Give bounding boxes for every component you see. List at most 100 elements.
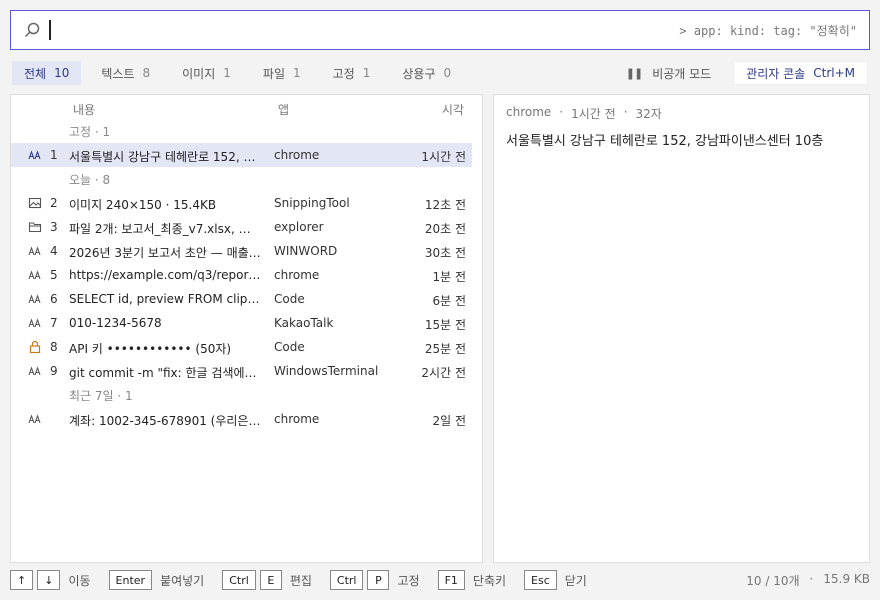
item-app: SnippingTool [274,196,350,210]
group-label: 오늘 · 8 [69,173,111,187]
image-icon [28,197,42,209]
item-time: 12초 전 [424,198,466,212]
item-app: WINWORD [274,244,338,258]
shortcut-label-pin: 고정 [397,573,420,588]
item-number: 6 [50,292,58,306]
tab-text[interactable]: 텍스트 8 [89,61,162,85]
item-text: API 키 •••••••••••• (50자) [69,342,232,356]
total-size: 15.9 KB [823,571,870,586]
tab-label: 파일 [262,66,285,81]
group-label: 최근 7일 · 1 [69,389,133,403]
column-header-app: 앱 [278,103,290,117]
tab-file[interactable]: 파일 1 [251,61,313,85]
text-icon [28,270,41,280]
meta-separator: · [559,105,564,119]
key-up: ↑ [10,570,34,590]
group-header-today: 오늘 · 8 [11,167,472,191]
tab-count: 1 [362,66,371,80]
tab-count: 1 [223,66,231,80]
tab-snippets[interactable]: 상용구 0 [390,61,463,85]
clip-list[interactable]: 내용 앱 시각 고정 · 1 1 서울특별시 강남구 테헤란로 152, 강남파… [10,94,483,563]
search-icon [24,22,40,38]
private-mode-toggle[interactable]: ❚❚ 비공개 모드 [626,65,711,82]
group-header-pinned: 고정 · 1 [11,119,472,143]
pause-icon: ❚❚ [625,66,643,80]
key-f1: F1 [437,570,465,590]
key-ctrl: Ctrl [222,570,256,590]
shortcut-label-paste: 붙여넣기 [160,573,205,588]
list-item[interactable]: 7 010-1234-5678 KakaoTalk 15분 전 [11,311,472,335]
search-syntax-hint: > app: kind: tag: "정확히" [679,23,857,38]
list-header: 내용 앱 시각 [11,101,482,117]
tab-label: 고정 [332,66,355,81]
tab-all[interactable]: 전체 10 [12,61,82,85]
tab-label: 상용구 [402,66,436,81]
tab-image[interactable]: 이미지 1 [170,61,243,85]
text-caret [49,20,51,40]
item-number: 5 [50,268,58,282]
item-number: 8 [50,340,58,354]
text-icon [28,150,41,160]
search-bar[interactable]: > app: kind: tag: "정확히" [10,10,870,50]
shortcut-bar: ↑ ↓ 이동 Enter 붙여넣기 Ctrl E 편집 Ctrl P 고정 F1… [10,569,870,591]
filter-tabs: 전체 10 텍스트 8 이미지 1 파일 1 고정 1 상용구 0 [12,61,463,85]
tab-pinned[interactable]: 고정 1 [321,61,383,85]
list-item[interactable]: 4 2026년 3분기 보고서 초안 — 매출 분석 WINWORD 30초 전 [11,239,472,263]
item-time: 1분 전 [432,270,466,284]
tab-count: 8 [142,66,151,80]
item-time: 15분 전 [424,318,466,332]
admin-console-button[interactable]: 관리자 콘솔 Ctrl+M [733,61,868,85]
stats-separator: · [809,571,814,586]
text-icon [28,318,41,328]
list-item[interactable]: 9 git commit -m "fix: 한글 검색에서 오류 수정" Win… [11,359,472,383]
group-header-recent-7-days: 최근 7일 · 1 [11,383,472,407]
list-item[interactable]: 계좌: 1002-345-678901 (우리은행) chrome 2일 전 [11,407,472,431]
item-text: 서울특별시 강남구 테헤란로 152, 강남파이낸스센터 10층 [69,150,261,164]
admin-console-label: 관리자 콘솔 [746,66,806,81]
text-icon [28,246,41,256]
key-down: ↓ [37,570,61,590]
list-item[interactable]: 1 서울특별시 강남구 테헤란로 152, 강남파이낸스센터 10층 chrom… [11,143,472,167]
preview-pane: chrome · 1시간 전 · 32자 서울특별시 강남구 테헤란로 152,… [493,94,870,563]
list-item[interactable]: 5 https://example.com/q3/report.pdf chro… [11,263,472,287]
item-time: 1시간 전 [421,150,466,164]
preview-time: 1시간 전 [571,107,616,121]
admin-console-shortcut: Ctrl+M [813,66,855,80]
item-text: SELECT id, preview FROM clips WHERE [69,292,261,306]
clip-stats: 10 / 10개 · 15.9 KB [746,572,870,589]
item-app: chrome [274,148,320,162]
column-header-time: 시각 [441,103,464,117]
item-app: Code [274,340,305,354]
item-time: 6분 전 [432,294,466,308]
item-time: 2일 전 [432,414,466,428]
item-text: 계좌: 1002-345-678901 (우리은행) [69,414,261,428]
tab-label: 전체 [24,66,47,81]
list-item[interactable]: 6 SELECT id, preview FROM clips WHERE Co… [11,287,472,311]
item-app: Code [274,292,305,306]
tab-label: 이미지 [182,66,216,81]
meta-separator: · [623,105,628,119]
item-time: 25분 전 [424,342,466,356]
item-app: explorer [274,220,324,234]
item-app: KakaoTalk [274,316,334,330]
preview-text: 서울특별시 강남구 테헤란로 152, 강남파이낸스센터 10층 [506,134,824,149]
folder-icon [28,222,42,233]
item-number: 4 [50,244,58,258]
list-item[interactable]: 3 파일 2개: 보고서_최종_v7.xlsx, 차트.png explorer… [11,215,472,239]
preview-meta: chrome · 1시간 전 · 32자 [506,105,857,122]
key-p: P [367,570,390,590]
item-text: https://example.com/q3/report.pdf [69,268,261,282]
list-item[interactable]: 2 이미지 240×150 · 15.4KB SnippingTool 12초 … [11,191,472,215]
shortcut-label-shortcuts: 단축키 [472,573,507,588]
shortcut-label-move: 이동 [68,573,91,588]
preview-app: chrome [506,105,552,119]
item-time: 30초 전 [424,246,466,260]
item-time: 2시간 전 [421,366,466,380]
key-e: E [259,570,282,590]
tab-count: 10 [54,66,70,80]
private-mode-label: 비공개 모드 [652,66,712,81]
list-item[interactable]: 8 API 키 •••••••••••• (50자) Code 25분 전 [11,335,472,359]
key-enter: Enter [108,570,153,590]
item-number: 9 [50,364,58,378]
group-label: 고정 · 1 [69,125,111,139]
